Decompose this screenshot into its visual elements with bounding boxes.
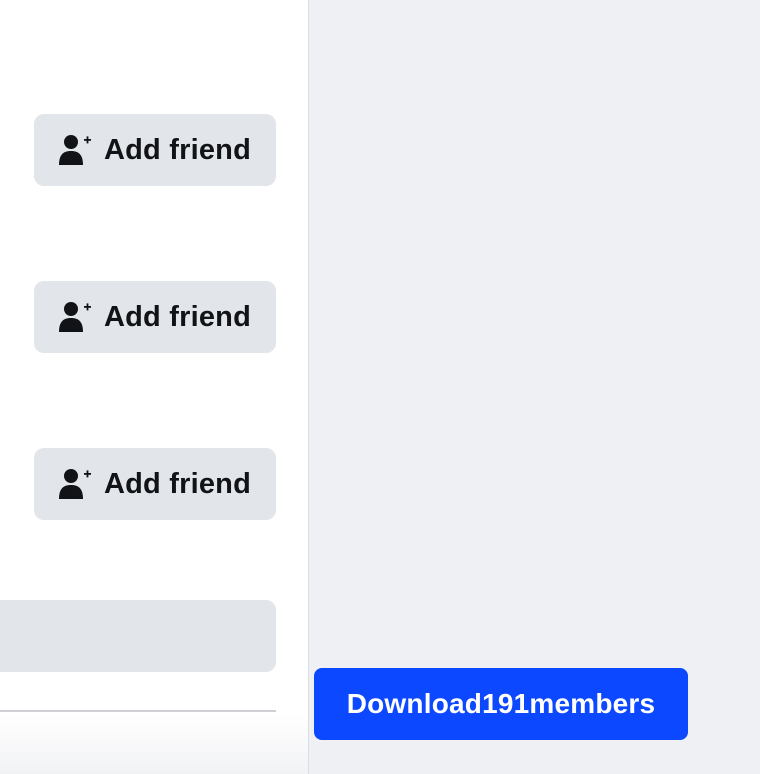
person-plus-icon (58, 466, 92, 502)
add-friend-button[interactable]: Add friend (34, 281, 276, 353)
add-friend-label: Add friend (104, 300, 251, 333)
add-friend-label: Add friend (104, 133, 251, 166)
person-plus-icon (58, 132, 92, 168)
person-plus-icon (58, 299, 92, 335)
add-friend-label: Add friend (104, 467, 251, 500)
add-friend-button[interactable]: Add friend (34, 448, 276, 520)
add-friend-button[interactable]: Add friend (34, 114, 276, 186)
see-all-button[interactable] (0, 600, 276, 672)
divider (0, 710, 276, 712)
member-list-panel: Add friend Add friend Add friend (0, 0, 309, 774)
download-members-button[interactable]: Download191members (314, 668, 688, 740)
